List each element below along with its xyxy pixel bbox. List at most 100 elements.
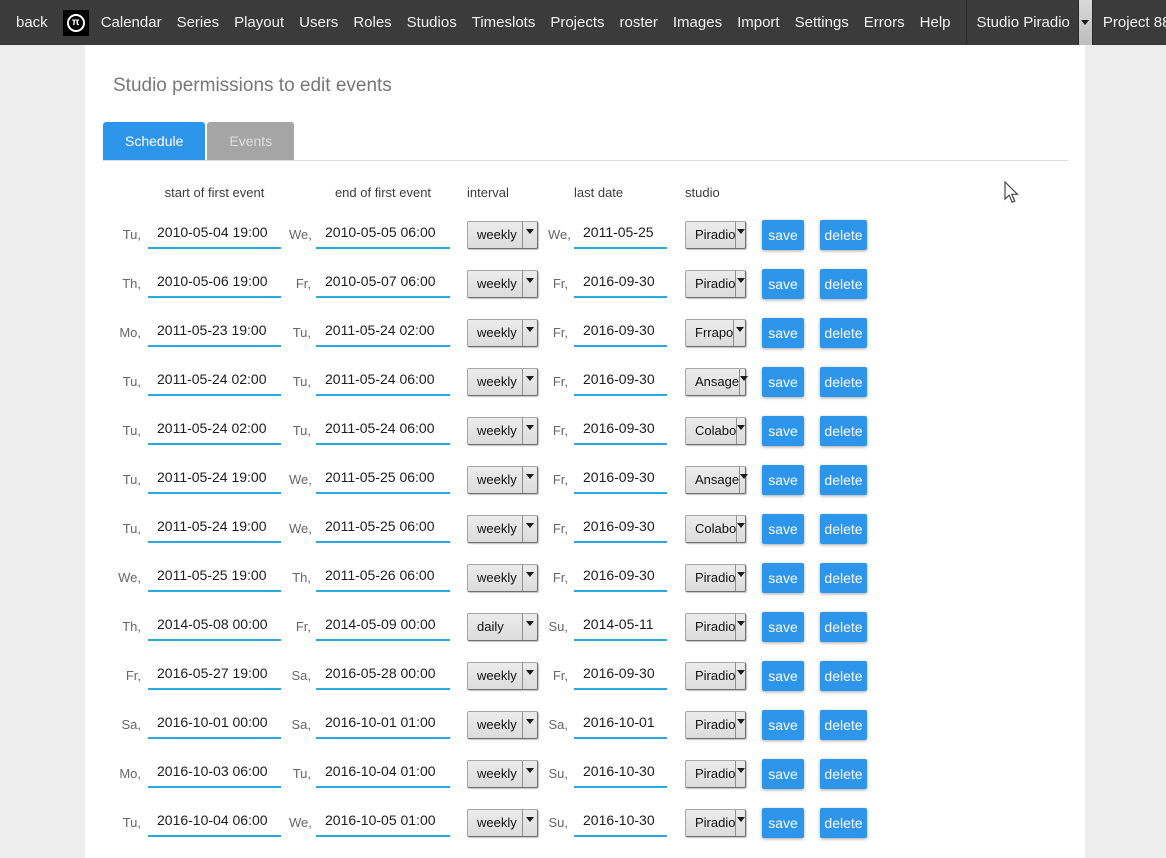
interval-select[interactable]: weekly (467, 711, 538, 739)
nav-item-series[interactable]: Series (177, 14, 220, 31)
studio-select[interactable]: Ansage (685, 466, 746, 494)
interval-select[interactable]: daily (467, 613, 538, 641)
start-datetime-input[interactable] (148, 319, 281, 347)
nav-item-images[interactable]: Images (673, 14, 722, 31)
delete-button[interactable]: delete (820, 465, 867, 495)
end-datetime-input[interactable] (316, 466, 450, 494)
start-datetime-input[interactable] (148, 270, 281, 298)
start-datetime-input[interactable] (148, 613, 281, 641)
nav-item-settings[interactable]: Settings (795, 14, 849, 31)
interval-select[interactable]: weekly (467, 221, 538, 249)
studio-nav-select[interactable]: Studio Piradio (966, 0, 1092, 45)
pi-radio-logo-icon[interactable]: π (63, 10, 89, 36)
last-date-input[interactable] (574, 368, 667, 396)
tab-schedule[interactable]: Schedule (103, 122, 205, 160)
save-button[interactable]: save (762, 220, 804, 250)
end-datetime-input[interactable] (316, 662, 450, 690)
studio-select[interactable]: Ansage (685, 368, 746, 396)
start-datetime-input[interactable] (148, 466, 281, 494)
save-button[interactable]: save (762, 465, 804, 495)
last-date-input[interactable] (574, 417, 667, 445)
last-date-input[interactable] (574, 515, 667, 543)
interval-select[interactable]: weekly (467, 270, 538, 298)
last-date-input[interactable] (574, 270, 667, 298)
end-datetime-input[interactable] (316, 515, 450, 543)
delete-button[interactable]: delete (820, 416, 867, 446)
end-datetime-input[interactable] (316, 613, 450, 641)
end-datetime-input[interactable] (316, 760, 450, 788)
studio-select[interactable]: Piradio (685, 662, 746, 690)
studio-select[interactable]: Piradio (685, 613, 746, 641)
interval-select[interactable]: weekly (467, 809, 538, 837)
save-button[interactable]: save (762, 563, 804, 593)
interval-select[interactable]: weekly (467, 760, 538, 788)
last-date-input[interactable] (574, 760, 667, 788)
interval-select[interactable]: weekly (467, 515, 538, 543)
project-nav-select[interactable]: Project 88vier (1092, 0, 1166, 45)
end-datetime-input[interactable] (316, 368, 450, 396)
start-datetime-input[interactable] (148, 564, 281, 592)
end-datetime-input[interactable] (316, 319, 450, 347)
delete-button[interactable]: delete (820, 220, 867, 250)
delete-button[interactable]: delete (820, 269, 867, 299)
studio-select[interactable]: Piradio (685, 564, 746, 592)
save-button[interactable]: save (762, 416, 804, 446)
delete-button[interactable]: delete (820, 514, 867, 544)
start-datetime-input[interactable] (148, 662, 281, 690)
start-datetime-input[interactable] (148, 368, 281, 396)
start-datetime-input[interactable] (148, 221, 281, 249)
last-date-input[interactable] (574, 319, 667, 347)
save-button[interactable]: save (762, 612, 804, 642)
last-date-input[interactable] (574, 221, 667, 249)
tab-events[interactable]: Events (207, 122, 294, 160)
interval-select[interactable]: weekly (467, 417, 538, 445)
studio-select[interactable]: Frrapo (685, 319, 746, 347)
delete-button[interactable]: delete (820, 563, 867, 593)
delete-button[interactable]: delete (820, 808, 867, 838)
start-datetime-input[interactable] (148, 711, 281, 739)
nav-item-projects[interactable]: Projects (550, 14, 604, 31)
save-button[interactable]: save (762, 759, 804, 789)
nav-item-roles[interactable]: Roles (353, 14, 391, 31)
interval-select[interactable]: weekly (467, 662, 538, 690)
delete-button[interactable]: delete (820, 710, 867, 740)
studio-select[interactable]: Piradio (685, 809, 746, 837)
studio-select[interactable]: Piradio (685, 760, 746, 788)
nav-item-import[interactable]: Import (737, 14, 780, 31)
save-button[interactable]: save (762, 710, 804, 740)
delete-button[interactable]: delete (820, 759, 867, 789)
nav-item-studios[interactable]: Studios (407, 14, 457, 31)
last-date-input[interactable] (574, 564, 667, 592)
last-date-input[interactable] (574, 809, 667, 837)
delete-button[interactable]: delete (820, 661, 867, 691)
end-datetime-input[interactable] (316, 417, 450, 445)
nav-item-calendar[interactable]: Calendar (101, 14, 162, 31)
end-datetime-input[interactable] (316, 270, 450, 298)
save-button[interactable]: save (762, 661, 804, 691)
nav-item-users[interactable]: Users (299, 14, 338, 31)
save-button[interactable]: save (762, 269, 804, 299)
nav-item-help[interactable]: Help (920, 14, 951, 31)
interval-select[interactable]: weekly (467, 368, 538, 396)
nav-item-playout[interactable]: Playout (234, 14, 284, 31)
studio-select[interactable]: Colabo (685, 515, 746, 543)
studio-select[interactable]: Piradio (685, 221, 746, 249)
interval-select[interactable]: weekly (467, 564, 538, 592)
save-button[interactable]: save (762, 514, 804, 544)
save-button[interactable]: save (762, 318, 804, 348)
end-datetime-input[interactable] (316, 809, 450, 837)
last-date-input[interactable] (574, 613, 667, 641)
delete-button[interactable]: delete (820, 367, 867, 397)
end-datetime-input[interactable] (316, 221, 450, 249)
save-button[interactable]: save (762, 367, 804, 397)
last-date-input[interactable] (574, 711, 667, 739)
nav-item-errors[interactable]: Errors (864, 14, 905, 31)
nav-item-roster[interactable]: roster (620, 14, 658, 31)
studio-select[interactable]: Piradio (685, 270, 746, 298)
nav-item-timeslots[interactable]: Timeslots (472, 14, 536, 31)
back-link[interactable]: back (16, 14, 48, 31)
interval-select[interactable]: weekly (467, 319, 538, 347)
interval-select[interactable]: weekly (467, 466, 538, 494)
start-datetime-input[interactable] (148, 809, 281, 837)
delete-button[interactable]: delete (820, 318, 867, 348)
